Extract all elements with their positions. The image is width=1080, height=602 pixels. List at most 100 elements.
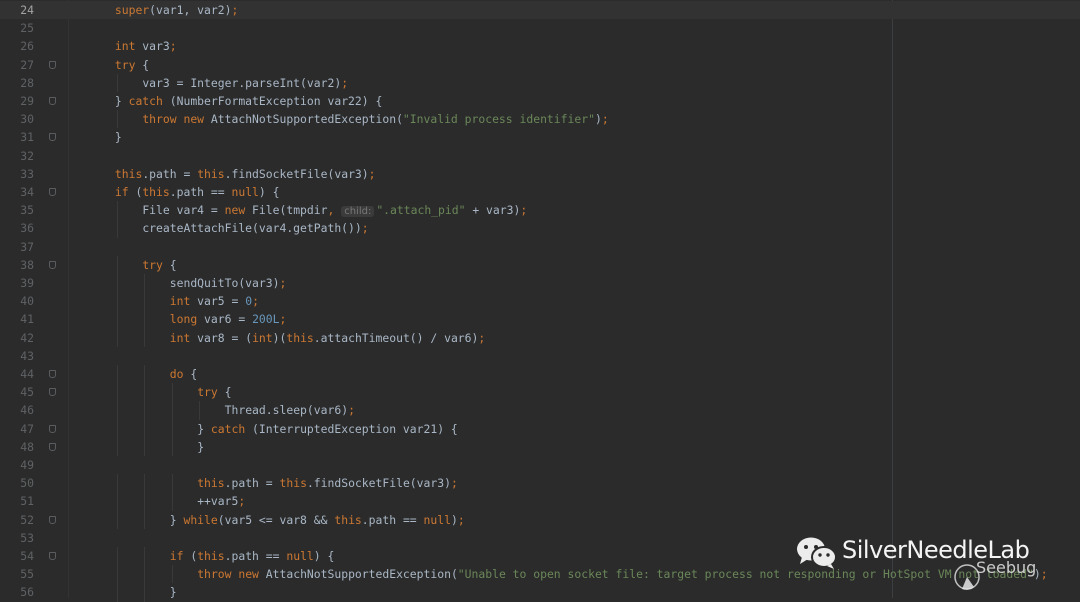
code-token: ; xyxy=(601,112,609,127)
code-line[interactable]: 47} catch (InterruptedException var21) { xyxy=(0,420,1080,438)
code-line[interactable]: 41 long var6 = 200L; xyxy=(0,310,1080,328)
code-token: .path == xyxy=(361,512,424,527)
code-line[interactable]: 40 int var5 = 0; xyxy=(0,292,1080,310)
code-token: ) xyxy=(450,512,458,527)
line-number: 33 xyxy=(20,166,34,181)
code-token: var5 = xyxy=(190,294,246,309)
code-line[interactable]: 43 xyxy=(0,347,1080,365)
indent-guide xyxy=(144,510,146,529)
code-token: (var1, var2) xyxy=(149,3,232,17)
code-token: Thread.sleep(var6) xyxy=(224,403,349,418)
code-token: super xyxy=(114,3,150,17)
code-line[interactable]: 49 xyxy=(0,456,1080,474)
fold-marker-icon[interactable] xyxy=(49,370,56,378)
code-token: createAttachFile(var4.getPath()) xyxy=(142,221,362,236)
code-text: try { xyxy=(142,256,176,274)
code-line[interactable]: 28 var3 = Integer.parseInt(var2); xyxy=(0,74,1080,92)
code-token: } xyxy=(169,585,177,600)
indent-guide xyxy=(116,255,118,274)
code-token: throw new xyxy=(197,567,259,582)
code-line[interactable]: 45 try { xyxy=(0,383,1080,401)
code-token: ; xyxy=(169,39,177,54)
code-token: null xyxy=(286,549,314,563)
line-number: 32 xyxy=(20,148,34,163)
code-line[interactable]: 39 sendQuitTo(var3); xyxy=(0,274,1080,292)
code-line[interactable]: 48} xyxy=(0,438,1080,456)
code-text: try { xyxy=(197,383,231,401)
indent-guide xyxy=(199,401,201,420)
code-line[interactable]: 30 throw new AttachNotSupportedException(… xyxy=(0,110,1080,128)
indent-guide xyxy=(116,219,118,238)
code-line[interactable]: 35 File var4 = new File(tmpdir, child: ".a… xyxy=(0,201,1080,219)
code-token: ; xyxy=(368,166,376,181)
code-text: } xyxy=(115,128,122,146)
code-line[interactable]: 25 xyxy=(0,19,1080,37)
line-number: 30 xyxy=(20,112,34,127)
line-number: 29 xyxy=(20,94,34,108)
line-number: 37 xyxy=(20,239,34,254)
code-token: this xyxy=(114,166,143,181)
code-line[interactable]: 51 ++var5; xyxy=(0,492,1080,510)
code-token: ; xyxy=(348,403,355,418)
indent-guide xyxy=(116,292,118,311)
code-line[interactable]: 38 try { xyxy=(0,256,1080,274)
fold-marker-icon[interactable] xyxy=(49,60,56,69)
indent-guide xyxy=(116,365,118,384)
code-token: ) { xyxy=(313,549,335,563)
code-token: ; xyxy=(457,512,465,527)
indent-guide xyxy=(116,310,118,329)
line-number: 48 xyxy=(20,439,34,454)
code-text: sendQuitTo(var3); xyxy=(170,274,287,292)
code-token: } xyxy=(114,94,129,108)
fold-marker-icon[interactable] xyxy=(49,97,56,105)
line-number: 26 xyxy=(20,39,34,54)
code-token: ; xyxy=(520,203,528,218)
line-number: 49 xyxy=(20,458,34,472)
fold-marker-icon[interactable] xyxy=(49,260,56,269)
code-line[interactable]: 37 xyxy=(0,238,1080,256)
indent-guide xyxy=(116,383,118,402)
indent-guide xyxy=(116,401,118,420)
line-number: 34 xyxy=(20,185,34,199)
code-line[interactable]: 32 xyxy=(0,147,1080,165)
fold-marker-icon[interactable] xyxy=(49,552,56,560)
indent-guide xyxy=(144,328,146,347)
indent-guide xyxy=(116,110,118,129)
code-line[interactable]: 42 int var8 = (int)(this.attachTimeout() … xyxy=(0,329,1080,347)
indent-guide xyxy=(116,274,118,293)
code-line[interactable]: 24 super(var1, var2); xyxy=(0,1,1080,20)
code-token: ; xyxy=(252,294,259,309)
code-line[interactable]: 44 do { xyxy=(0,365,1080,383)
code-line[interactable]: 33 this.path = this.findSocketFile(var3); xyxy=(0,165,1080,183)
line-number: 46 xyxy=(20,403,34,418)
line-number: 53 xyxy=(20,530,34,545)
code-token: sendQuitTo(var3) xyxy=(169,276,280,290)
code-line[interactable]: 46 Thread.sleep(var6); xyxy=(0,401,1080,419)
code-line[interactable]: 27 try { xyxy=(0,56,1080,74)
fold-marker-icon[interactable] xyxy=(49,442,56,451)
indent-guide xyxy=(144,383,146,402)
code-line[interactable]: 34 if (this.path == null) { xyxy=(0,183,1080,201)
code-line[interactable]: 50 this.path = this.findSocketFile(var3); xyxy=(0,474,1080,492)
fold-marker-icon[interactable] xyxy=(49,133,56,142)
code-text: long var6 = 200L; xyxy=(170,310,287,328)
line-number: 40 xyxy=(20,294,34,309)
code-line[interactable]: 36 createAttachFile(var4.getPath()); xyxy=(0,219,1080,237)
code-token: var8 = ( xyxy=(190,330,253,345)
fold-marker-icon[interactable] xyxy=(49,388,56,397)
code-token: File var4 = xyxy=(142,203,225,218)
fold-marker-icon[interactable] xyxy=(49,515,56,524)
code-line[interactable]: 26 int var3; xyxy=(0,37,1080,55)
code-text: } catch (NumberFormatException var22) { xyxy=(115,92,382,110)
code-line[interactable]: 31} xyxy=(0,128,1080,146)
code-token: ++var5 xyxy=(197,494,239,509)
indent-guide xyxy=(116,437,118,456)
line-number: 47 xyxy=(20,421,34,436)
code-line[interactable]: 29 } catch (NumberFormatException var22) … xyxy=(0,92,1080,110)
code-token: this xyxy=(197,476,225,491)
fold-marker-icon[interactable] xyxy=(49,188,56,196)
code-line[interactable]: 52} while(var5 <= var8 && this.path == n… xyxy=(0,511,1080,529)
code-editor[interactable]: 24 super(var1, var2); 25 26 int var3; 27 try {… xyxy=(0,0,1080,602)
fold-marker-icon[interactable] xyxy=(49,424,56,433)
code-text: if (this.path == null) { xyxy=(170,547,335,565)
